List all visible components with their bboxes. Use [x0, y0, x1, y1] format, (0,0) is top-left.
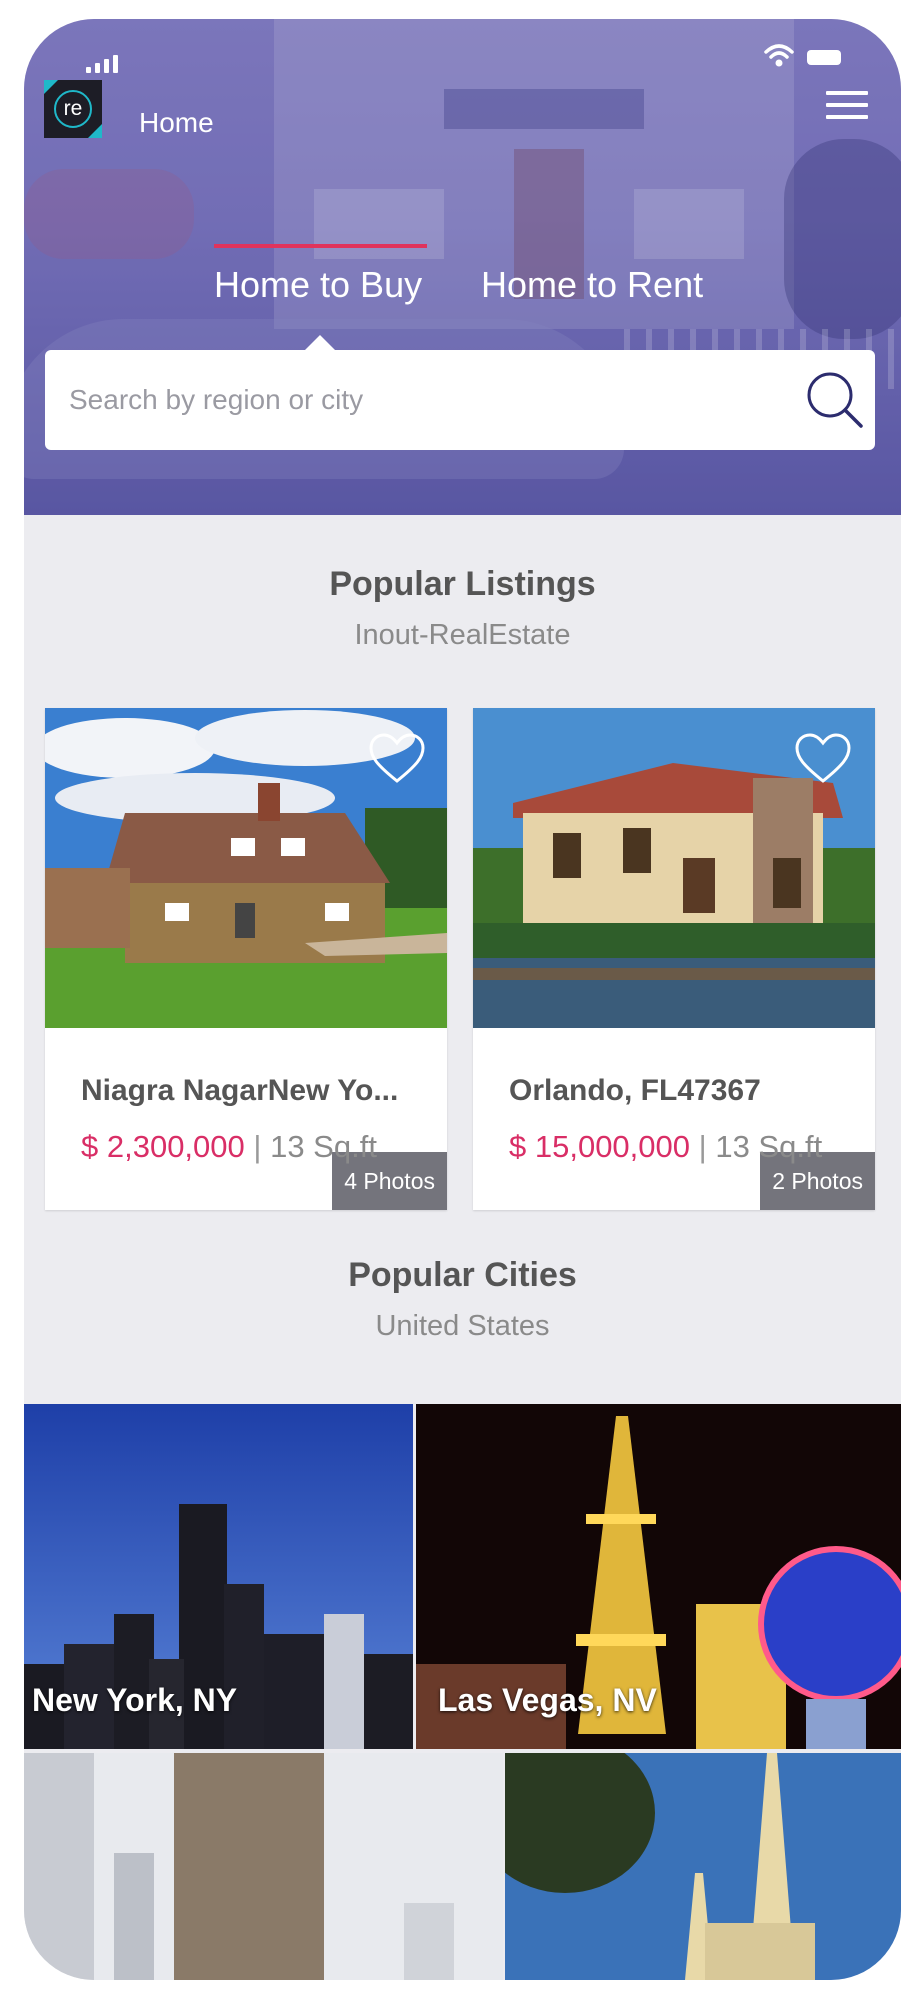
city-tile-new-york[interactable]: New York, NY [24, 1404, 413, 1749]
listing-name: Niagra NagarNew Yo... [81, 1074, 399, 1107]
city-label: Las Vegas, NV [438, 1682, 657, 1718]
popular-listings-title: Popular Listings [329, 565, 596, 603]
tab-caret [304, 335, 336, 351]
city-tile-las-vegas[interactable]: Las Vegas, NV [416, 1404, 901, 1749]
phone-screen: re Home Home to Buy Home to Rent Search … [24, 19, 901, 1980]
favorite-heart-icon[interactable] [795, 733, 851, 785]
listing-price-row: $ 2,300,000 | 13 Sq.ft [81, 1129, 377, 1165]
tab-home-to-rent[interactable]: Home to Rent [481, 264, 703, 306]
tab-home-to-buy[interactable]: Home to Buy [214, 264, 422, 306]
listing-price-row: $ 15,000,000 | 13 Sq.ft [509, 1129, 822, 1165]
price-separator: | [253, 1129, 262, 1164]
favorite-heart-icon[interactable] [369, 733, 425, 785]
active-tab-indicator [214, 244, 427, 248]
castle-image [505, 1753, 901, 1980]
price-separator: | [698, 1129, 707, 1164]
listing-area: 13 Sq.ft [715, 1129, 823, 1164]
listing-card[interactable]: 2 Photos Orlando, FL47367 $ 15,000,000 |… [473, 708, 875, 1210]
city-tile[interactable] [24, 1753, 503, 1980]
popular-cities-subtitle: United States [375, 1310, 550, 1342]
city-label: New York, NY [32, 1682, 238, 1718]
city-tile[interactable] [505, 1753, 901, 1980]
search-bar[interactable]: Search by region or city [45, 350, 875, 450]
listing-area: 13 Sq.ft [270, 1129, 377, 1164]
page-title: Home [139, 107, 214, 138]
popular-cities-title: Popular Cities [348, 1256, 577, 1294]
battery-icon [807, 50, 841, 65]
app-logo[interactable]: re [44, 80, 102, 138]
search-icon[interactable] [805, 370, 865, 430]
search-input[interactable]: Search by region or city [69, 384, 363, 416]
listing-price: $ 15,000,000 [509, 1129, 691, 1164]
hamburger-menu-icon[interactable] [826, 91, 868, 121]
listing-name: Orlando, FL47367 [509, 1074, 761, 1107]
logo-text: re [54, 90, 92, 128]
header-hero: re Home Home to Buy Home to Rent Search … [24, 19, 901, 515]
popular-listings-subtitle: Inout-RealEstate [354, 619, 571, 651]
listing-card[interactable]: 4 Photos Niagra NagarNew Yo... $ 2,300,0… [45, 708, 447, 1210]
signal-icon [86, 43, 120, 73]
wifi-icon [764, 44, 794, 67]
city-skyscrapers-image [24, 1753, 503, 1980]
listing-price: $ 2,300,000 [81, 1129, 245, 1164]
